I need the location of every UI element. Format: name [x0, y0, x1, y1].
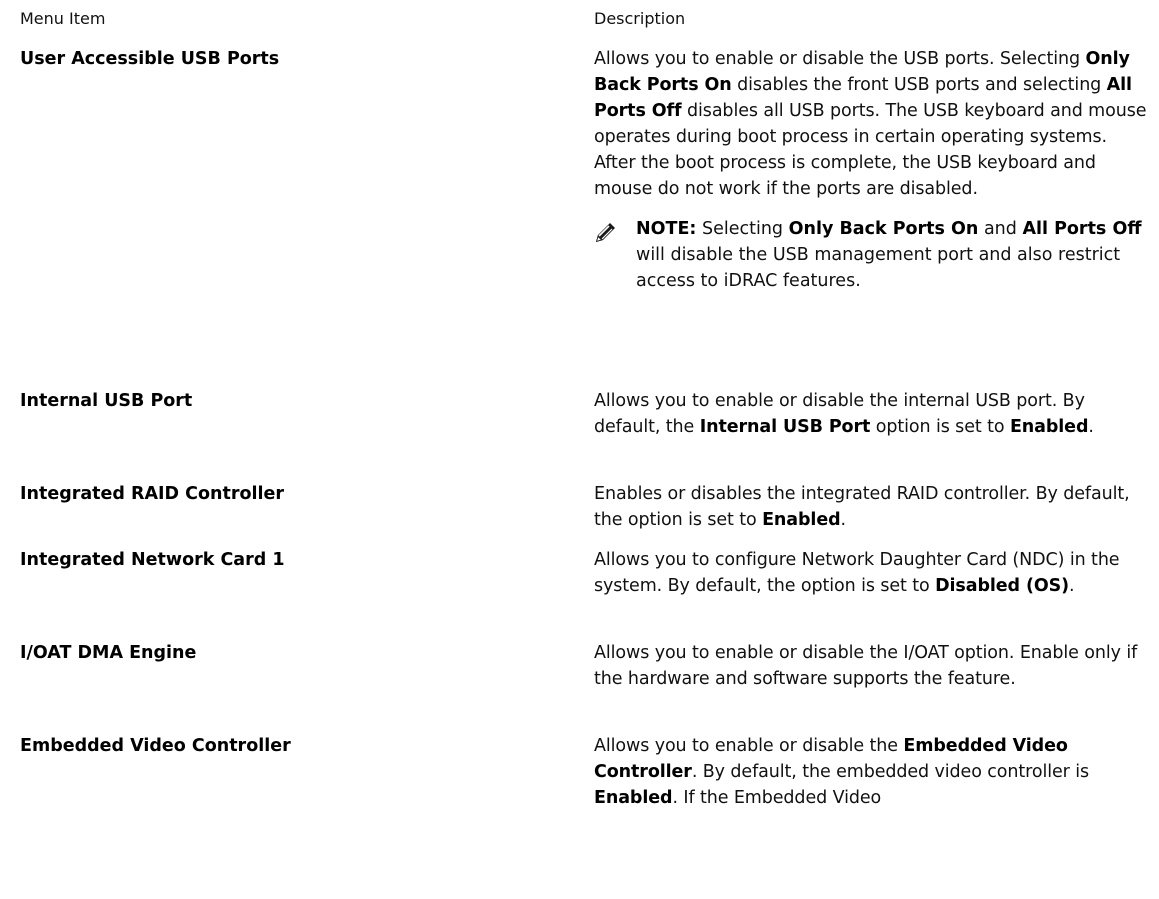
menu-item-description: Allows you to enable or disable the inte… — [594, 388, 1149, 440]
desc-text: option is set to — [870, 417, 1010, 437]
table-row: User Accessible USB Ports Allows you to … — [20, 46, 1150, 388]
note-block: NOTE: Selecting Only Back Ports On and A… — [594, 216, 1149, 294]
desc-text: Allows you to enable or disable the — [594, 736, 904, 756]
desc-bold: Enabled — [762, 510, 841, 530]
table-row: I/OAT DMA Engine Allows you to enable or… — [20, 640, 1150, 733]
table-row: Integrated Network Card 1 Allows you to … — [20, 547, 1150, 640]
menu-item-name: Integrated RAID Controller — [20, 484, 285, 504]
menu-item-name: Integrated Network Card 1 — [20, 550, 285, 570]
settings-table: Menu Item Description User Accessible US… — [20, 6, 1150, 823]
note-text: NOTE: Selecting Only Back Ports On and A… — [636, 216, 1149, 294]
header-description: Description — [594, 9, 686, 28]
desc-text: Allows you to enable or disable the I/OA… — [594, 643, 1138, 689]
menu-item-description: Allows you to enable or disable the I/OA… — [594, 640, 1149, 692]
desc-text: Selecting — [999, 49, 1086, 69]
desc-bold: Enabled — [594, 788, 673, 808]
table-row: Internal USB Port Allows you to enable o… — [20, 388, 1150, 481]
note-label: NOTE: — [636, 219, 697, 239]
desc-text: . — [1088, 417, 1094, 437]
header-menu-item: Menu Item — [20, 9, 106, 28]
note-bold: All Ports Off — [1022, 219, 1142, 239]
desc-bold: Internal USB Port — [699, 417, 871, 437]
desc-text: . By default, the embedded video control… — [691, 762, 1090, 782]
table-row: Integrated RAID Controller Enables or di… — [20, 481, 1150, 547]
menu-item-description: Allows you to enable or disable the Embe… — [594, 733, 1149, 811]
menu-item-description: Enables or disables the integrated RAID … — [594, 481, 1149, 533]
menu-item-description: Allows you to enable or disable the USB … — [594, 46, 1149, 294]
note-part: and — [978, 219, 1023, 239]
note-part: will disable the USB management port and… — [636, 245, 1121, 291]
note-bold: Only Back Ports On — [788, 219, 979, 239]
desc-bold: Disabled (OS) — [935, 576, 1070, 596]
desc-text: . — [1069, 576, 1075, 596]
desc-text: disables the front USB ports and selecti… — [731, 75, 1107, 95]
desc-bold: Enabled — [1009, 417, 1089, 437]
menu-item-name: Internal USB Port — [20, 391, 193, 411]
desc-text: Allows you to enable or disable the USB … — [594, 49, 995, 69]
desc-text: . If the Embedded Video — [672, 788, 882, 808]
table-header: Menu Item Description — [20, 6, 1150, 46]
menu-item-name: Embedded Video Controller — [20, 736, 291, 756]
menu-item-name: I/OAT DMA Engine — [20, 643, 197, 663]
table-row: Embedded Video Controller Allows you to … — [20, 733, 1150, 823]
note-part: Selecting — [696, 219, 789, 239]
menu-item-description: Allows you to configure Network Daughter… — [594, 547, 1149, 599]
desc-text: Enables or disables the integrated RAID … — [594, 484, 1130, 530]
pencil-note-icon — [596, 223, 615, 242]
desc-text: . — [840, 510, 847, 530]
menu-item-name: User Accessible USB Ports — [20, 49, 280, 69]
description-text: Allows you to enable or disable the USB … — [594, 46, 1149, 202]
